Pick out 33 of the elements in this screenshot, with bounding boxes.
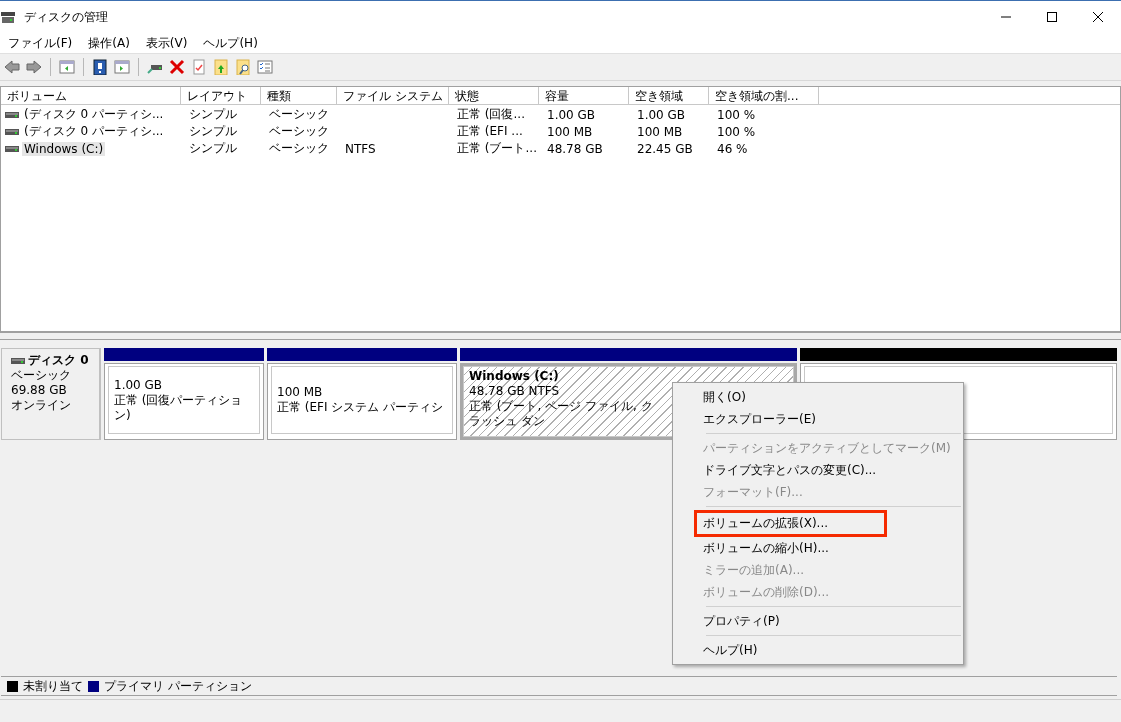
disk-info: 69.88 GB: [11, 383, 68, 398]
table-cell-text: 22.45 GB: [636, 141, 694, 156]
table-cell-text: 100 %: [716, 124, 757, 139]
table-cell-text: シンプル: [188, 140, 238, 157]
legend-label: 未割り当て: [23, 677, 83, 695]
table-cell-text: NTFS: [344, 141, 377, 156]
partition-title: Windows (C:): [469, 369, 559, 384]
disk-name: ディスク 0: [28, 353, 89, 368]
disk-info: オンライン: [11, 398, 72, 413]
partition-size: 1.00 GB: [114, 377, 163, 393]
table-cell-text: 46 %: [716, 141, 749, 156]
table-cell-text: ベーシック: [268, 106, 330, 123]
table-cell-text: シンプル: [188, 123, 238, 140]
table-cell-text: 48.78 GB: [546, 141, 604, 156]
partition-size: 100 MB: [277, 385, 323, 400]
table-cell-text: 1.00 GB: [546, 107, 597, 122]
table-cell-text: シンプル: [188, 106, 238, 123]
table-cell-text: ベーシック: [268, 140, 330, 157]
table-cell-text: 100 %: [716, 107, 757, 122]
table-cell-text: 100 MB: [546, 124, 594, 139]
table-cell-text: 正常 (回復...: [456, 106, 526, 123]
disk-info: ベーシック: [11, 368, 72, 383]
table-cell-text: 正常 (EFI ...: [456, 123, 524, 140]
window-title: ディスクの管理: [24, 8, 108, 26]
partition-size: 48.78 GB NTFS: [469, 384, 560, 399]
partition-status: 正常 (ブート, ページ ファイル, クラッシュ ダン: [469, 399, 654, 429]
legend-label: プライマリ パーティション: [104, 677, 252, 695]
table-cell-text: ベーシック: [268, 123, 330, 140]
partition-status: 正常 (回復パーティション): [114, 392, 244, 423]
table-cell-text: 正常 (ブート...: [456, 140, 538, 157]
table-cell-text: 100 MB: [636, 124, 684, 139]
table-cell-text: 1.00 GB: [636, 107, 687, 122]
partition-status: 正常 (EFI システム パーティシ: [277, 400, 444, 415]
